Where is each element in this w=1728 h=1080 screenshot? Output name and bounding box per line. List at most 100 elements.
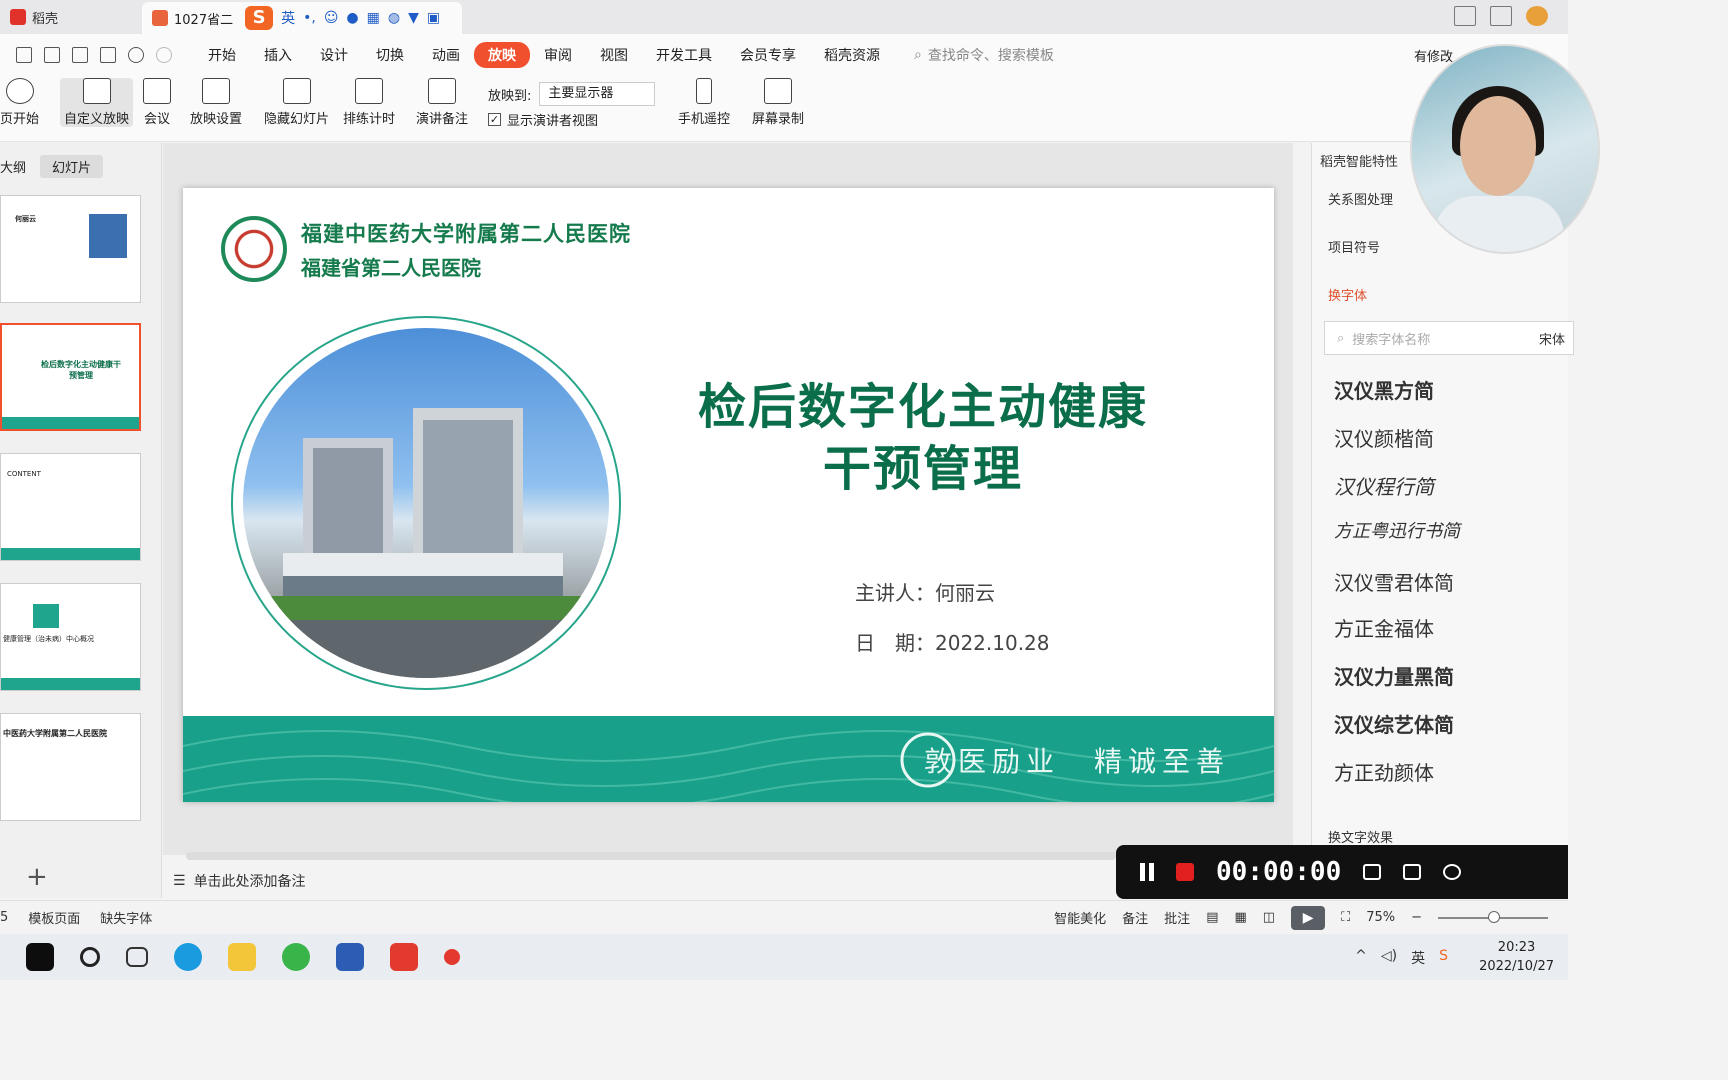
template-page-button[interactable]: 模板页面 <box>28 908 80 927</box>
export-pdf-icon[interactable] <box>44 47 60 63</box>
ime-mode-label[interactable]: 英 <box>281 8 295 28</box>
tab-relation-diagram[interactable]: 关系图处理 <box>1328 189 1393 208</box>
tab-docer-home[interactable]: 稻壳 <box>0 0 140 34</box>
tab-slides[interactable]: 幻灯片 <box>40 155 104 178</box>
print-preview-icon[interactable] <box>100 47 116 63</box>
font-option[interactable]: 汉仪颜楷简 <box>1334 423 1434 452</box>
modified-status[interactable]: 有修改 <box>1414 46 1453 65</box>
task-view-icon[interactable] <box>126 947 148 967</box>
zoom-slider-knob[interactable] <box>1488 910 1500 923</box>
clock[interactable]: 20:23 2022/10/27 <box>1479 938 1554 976</box>
menu-docer-resources[interactable]: 稻壳资源 <box>810 42 894 68</box>
hide-slide-button[interactable]: 隐藏幻灯片 <box>264 78 329 127</box>
menu-insert[interactable]: 插入 <box>250 42 306 68</box>
notes-toggle-button[interactable]: 备注 <box>1122 908 1148 927</box>
stop-record-icon[interactable] <box>1176 863 1194 881</box>
comments-button[interactable]: 批注 <box>1164 908 1190 927</box>
normal-view-icon[interactable]: ▤ <box>1206 910 1218 925</box>
font-option[interactable]: 汉仪力量黑简 <box>1334 661 1454 690</box>
file-explorer-icon[interactable] <box>228 943 256 971</box>
search-circle-icon[interactable] <box>80 947 100 967</box>
layout-icon[interactable] <box>1454 6 1476 26</box>
camera-icon[interactable] <box>1403 864 1422 880</box>
menu-member[interactable]: 会员专享 <box>726 42 810 68</box>
ime-user-icon[interactable]: ◍ <box>388 10 400 26</box>
pen-icon[interactable] <box>1443 864 1462 880</box>
font-option[interactable]: 汉仪黑方简 <box>1334 375 1434 404</box>
ime-emoji-icon[interactable]: ☺ <box>324 10 339 26</box>
ime-keyboard-icon[interactable]: ▦ <box>367 10 380 26</box>
slide-thumbnail-5[interactable]: 中医药大学附属第二人民医院 <box>0 713 141 821</box>
screen-record-button[interactable]: 屏幕录制 <box>752 78 804 127</box>
menu-home[interactable]: 开始 <box>194 42 250 68</box>
sorter-view-icon[interactable]: ▦ <box>1234 910 1246 925</box>
custom-show-button[interactable]: 自定义放映 <box>60 78 134 127</box>
slide-thumbnail-2[interactable]: 检后数字化主动健康干预管理 <box>0 323 141 431</box>
presenter-view-checkbox[interactable]: ✓ <box>488 113 501 126</box>
edge-browser-icon[interactable] <box>174 943 202 971</box>
ime-voice-icon[interactable]: ● <box>346 10 358 26</box>
font-option[interactable]: 方正劲颜体 <box>1334 757 1434 786</box>
zoom-level[interactable]: 75% <box>1366 910 1395 925</box>
add-slide-button[interactable]: + <box>26 862 48 892</box>
tab-document[interactable]: 1027省二 S 英 •, ☺ ● ▦ ◍ ▼ ▣ <box>142 2 462 34</box>
slide-thumbnail-1[interactable]: 何丽云 <box>0 195 141 303</box>
reading-view-icon[interactable]: ◫ <box>1263 910 1275 925</box>
font-search-input[interactable]: ⌕ 搜索字体名称 宋体 <box>1324 321 1574 355</box>
ime-punctuation-icon[interactable]: •, <box>303 10 316 26</box>
input-language[interactable]: 英 <box>1411 948 1425 968</box>
fit-window-icon[interactable]: ⛶ <box>1341 910 1350 925</box>
horizontal-scrollbar[interactable] <box>186 852 1116 860</box>
menu-view[interactable]: 视图 <box>586 42 642 68</box>
slide-thumbnail-4[interactable]: 健康管理（治未病）中心概况 <box>0 583 141 691</box>
undo-icon[interactable] <box>128 47 144 63</box>
user-avatar-icon[interactable] <box>1526 6 1548 26</box>
section-text-effects[interactable]: 换文字效果 <box>1328 827 1393 846</box>
menu-animation[interactable]: 动画 <box>418 42 474 68</box>
smart-beautify-button[interactable]: 智能美化 <box>1054 908 1106 927</box>
command-search[interactable]: ⌕ 查找命令、搜索模板 <box>914 45 1054 65</box>
zoom-out-icon[interactable]: − <box>1411 910 1422 925</box>
ime-skin-icon[interactable]: ▼ <box>408 10 419 26</box>
menu-developer[interactable]: 开发工具 <box>642 42 726 68</box>
missing-fonts-button[interactable]: 缺失字体 <box>100 908 152 927</box>
phone-remote-button[interactable]: 手机遥控 <box>678 78 730 127</box>
menu-slideshow[interactable]: 放映 <box>474 42 530 68</box>
ie-browser-icon[interactable] <box>282 943 310 971</box>
windows-start-icon[interactable] <box>26 943 54 971</box>
screenshot-icon[interactable] <box>1363 864 1382 880</box>
font-option[interactable]: 汉仪雪君体简 <box>1334 567 1454 596</box>
meeting-button[interactable]: 会议 <box>143 78 171 127</box>
play-slideshow-icon[interactable]: ▶ <box>1291 905 1326 930</box>
font-option[interactable]: 汉仪综艺体简 <box>1334 709 1454 738</box>
save-icon[interactable] <box>16 47 32 63</box>
redo-icon[interactable] <box>156 47 172 63</box>
slideshow-settings-button[interactable]: 放映设置 <box>190 78 242 127</box>
print-icon[interactable] <box>72 47 88 63</box>
apps-grid-icon[interactable] <box>1490 6 1512 26</box>
font-option[interactable]: 汉仪程行简 <box>1334 471 1434 500</box>
sogou-ime-icon[interactable]: S <box>245 6 274 30</box>
speaker-notes-button[interactable]: 演讲备注 <box>416 78 468 127</box>
start-from-current-button[interactable]: 页开始 <box>0 78 39 127</box>
slide-thumbnail-3[interactable]: CONTENT <box>0 453 141 561</box>
store-icon[interactable] <box>336 943 364 971</box>
presenter-view-option[interactable]: ✓ 显示演讲者视图 <box>488 110 598 129</box>
font-option[interactable]: 方正粤迅行书简 <box>1334 517 1460 543</box>
sogou-tray-icon[interactable]: S <box>1439 948 1448 968</box>
section-bullets[interactable]: 项目符号 <box>1328 237 1380 256</box>
font-option[interactable]: 方正金福体 <box>1334 613 1434 642</box>
rehearse-timings-button[interactable]: 排练计时 <box>343 78 395 127</box>
pane-header[interactable]: 稻壳智能特性 <box>1320 151 1398 170</box>
tab-outline[interactable]: 大纲 <box>0 157 26 176</box>
show-to-select[interactable]: 主要显示器 <box>539 82 656 106</box>
recorder-app-icon[interactable] <box>444 949 460 965</box>
menu-transition[interactable]: 切换 <box>362 42 418 68</box>
webcam-overlay[interactable] <box>1410 44 1600 254</box>
slide[interactable]: 福建中医药大学附属第二人民医院 福建省第二人民医院 检后数字化主动健康 干预管理… <box>183 188 1274 802</box>
zoom-slider[interactable] <box>1438 910 1548 923</box>
wps-office-icon[interactable] <box>390 943 418 971</box>
menu-review[interactable]: 审阅 <box>530 42 586 68</box>
menu-design[interactable]: 设计 <box>306 42 362 68</box>
font-selected[interactable]: 宋体 <box>1539 329 1573 348</box>
